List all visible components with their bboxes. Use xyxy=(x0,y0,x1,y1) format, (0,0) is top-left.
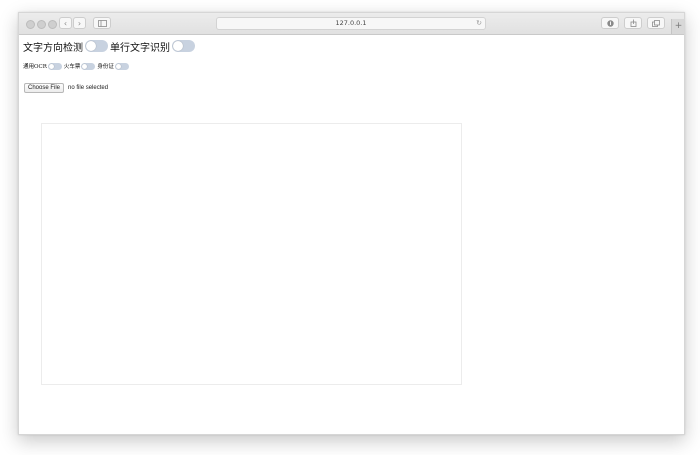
chevron-left-icon: ‹ xyxy=(63,19,68,28)
forward-button[interactable]: › xyxy=(73,17,86,29)
toggle-knob xyxy=(48,63,54,69)
zoom-window-button[interactable] xyxy=(48,20,57,29)
main-options-row: 文字方向检测 单行文字识别 xyxy=(23,39,197,54)
back-button[interactable]: ‹ xyxy=(59,17,72,29)
train-ticket-toggle[interactable] xyxy=(81,62,96,70)
general-ocr-toggle[interactable] xyxy=(47,62,62,70)
reload-icon[interactable]: ↻ xyxy=(476,18,482,29)
chevron-right-icon: › xyxy=(77,19,82,28)
image-preview-canvas xyxy=(41,123,462,385)
new-tab-button[interactable]: + xyxy=(671,19,684,34)
mode-options-row: 通用OCR 火车票 身份证 xyxy=(23,61,131,71)
toggle-knob xyxy=(82,63,88,69)
browser-toolbar: ‹ › 127.0.0.1 ↻ + xyxy=(19,13,684,35)
minimize-window-button[interactable] xyxy=(37,20,46,29)
tabs-overview-button[interactable] xyxy=(647,17,665,29)
address-text: 127.0.0.1 xyxy=(335,19,367,27)
toggle-knob xyxy=(115,63,121,69)
desktop: ‹ › 127.0.0.1 ↻ + 文字方向检测 单行文字识别 通用OCR 火车… xyxy=(0,0,700,455)
tabs-icon xyxy=(652,20,660,27)
direction-detect-toggle[interactable] xyxy=(85,40,108,52)
id-card-label: 身份证 xyxy=(97,64,114,70)
choose-file-button[interactable]: Choose File xyxy=(24,82,65,93)
close-window-button[interactable] xyxy=(26,20,35,29)
plus-icon: + xyxy=(674,21,683,31)
file-input: Choose File no file selected xyxy=(24,82,108,93)
sidebar-icon xyxy=(97,20,107,27)
single-line-toggle[interactable] xyxy=(172,40,195,52)
downloads-button[interactable] xyxy=(601,17,619,29)
page-content: 文字方向检测 单行文字识别 通用OCR 火车票 身份证 Choose File … xyxy=(19,35,684,434)
direction-detect-label: 文字方向检测 xyxy=(23,42,83,54)
share-icon xyxy=(630,19,636,27)
address-bar[interactable]: 127.0.0.1 ↻ xyxy=(216,17,486,30)
download-icon xyxy=(606,20,614,27)
share-button[interactable] xyxy=(624,17,642,29)
toggle-knob xyxy=(173,41,183,51)
train-ticket-label: 火车票 xyxy=(63,64,81,70)
browser-window: ‹ › 127.0.0.1 ↻ + 文字方向检测 单行文字识别 通用OCR 火车… xyxy=(18,12,685,435)
general-ocr-label: 通用OCR xyxy=(23,64,47,70)
file-status-text: no file selected xyxy=(68,84,109,91)
single-line-label: 单行文字识别 xyxy=(110,42,170,54)
toggle-knob xyxy=(86,41,96,51)
sidebar-button[interactable] xyxy=(93,17,111,29)
id-card-toggle[interactable] xyxy=(114,62,129,70)
